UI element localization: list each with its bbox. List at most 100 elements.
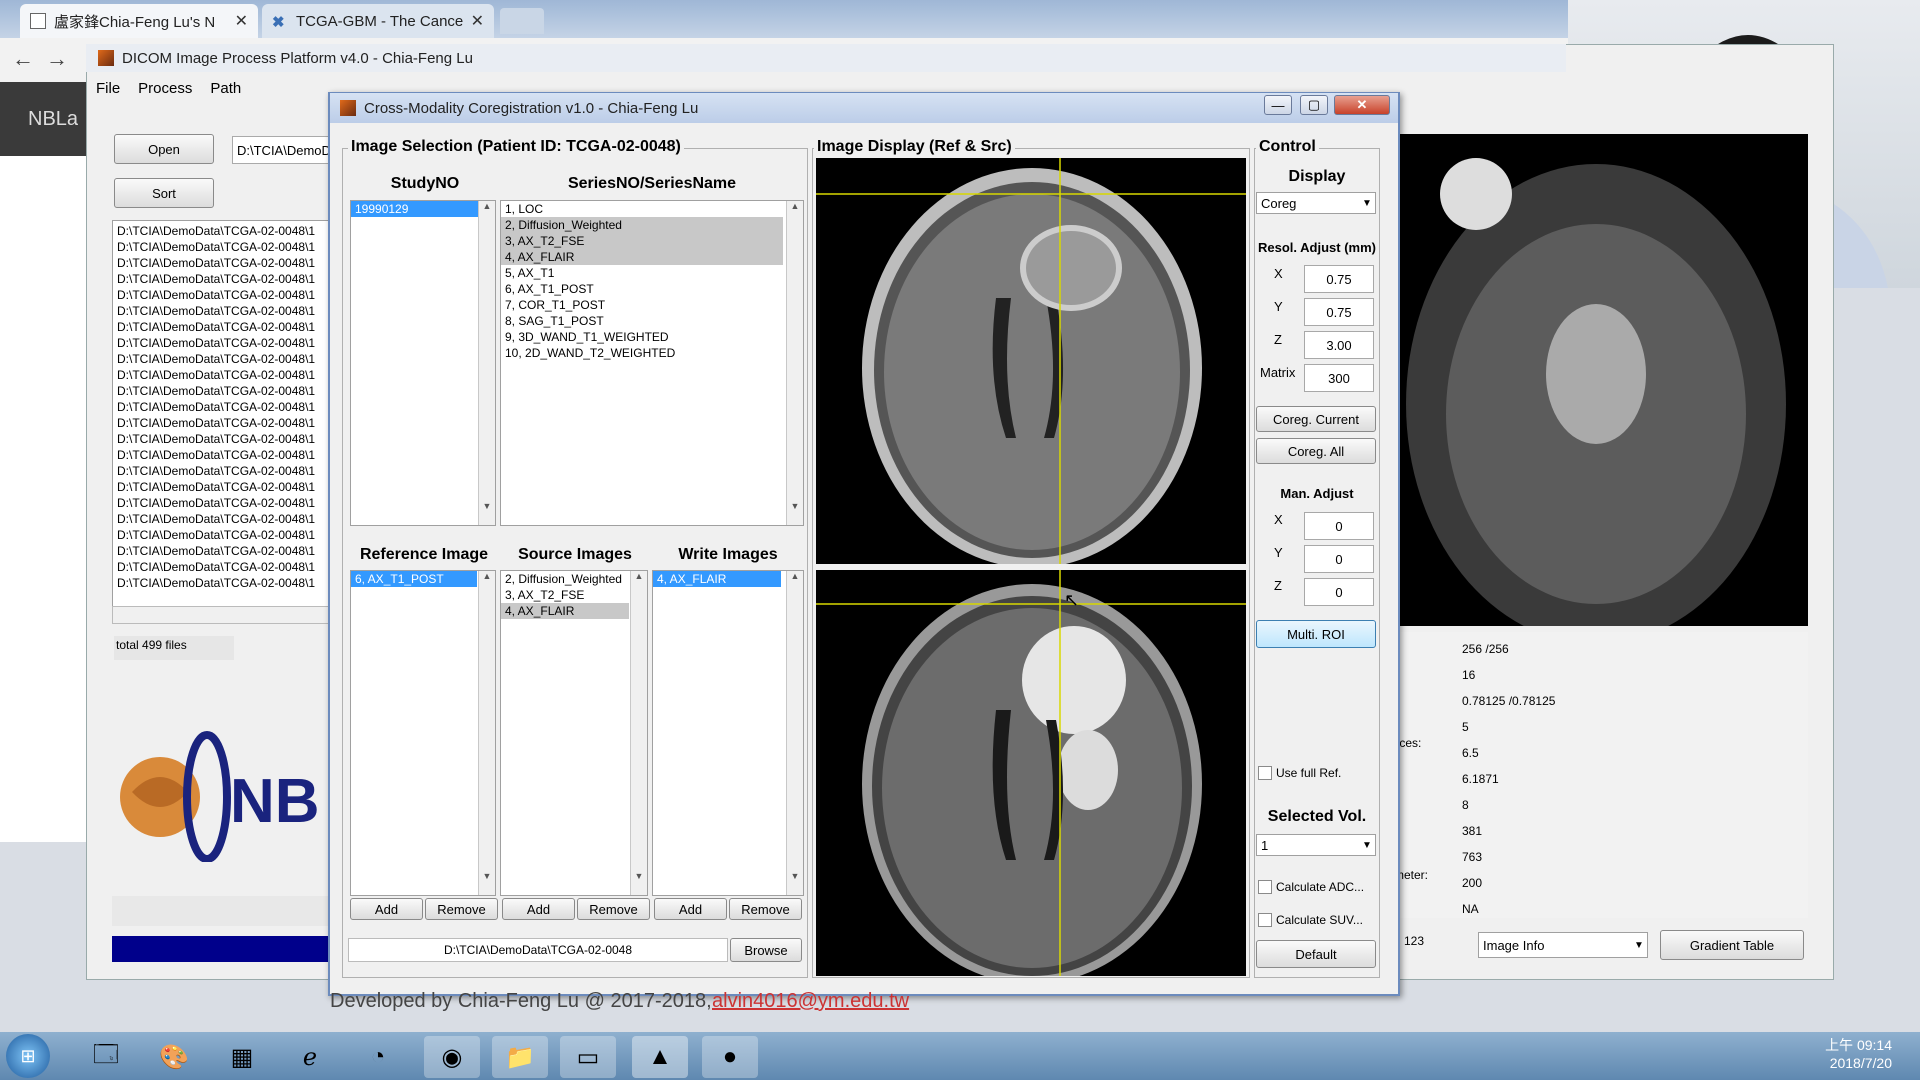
menu-process[interactable]: Process bbox=[138, 80, 192, 97]
series-list-item[interactable]: 4, AX_FLAIR bbox=[501, 249, 783, 265]
close-button[interactable]: ✕ bbox=[1334, 95, 1390, 115]
close-icon[interactable]: ✕ bbox=[471, 11, 484, 31]
browse-button[interactable]: Browse bbox=[730, 938, 802, 962]
write-add-button[interactable]: Add bbox=[654, 898, 727, 920]
source-list-item[interactable]: 3, AX_T2_FSE bbox=[501, 587, 647, 603]
list-item[interactable]: 6, AX_T1_POST bbox=[351, 571, 477, 587]
scrollbar[interactable]: ▲ ▼ bbox=[478, 201, 495, 525]
source-image-list[interactable]: 2, Diffusion_Weighted 3, AX_T2_FSE 4, AX_F… bbox=[500, 570, 648, 896]
file-list-item[interactable]: D:\TCIA\DemoData\TCGA-02-0048\1 bbox=[113, 335, 329, 351]
folder-icon[interactable]: 📁 bbox=[492, 1036, 548, 1078]
matrix-field[interactable]: 300 bbox=[1304, 364, 1374, 392]
start-button[interactable]: ⊞ bbox=[6, 1034, 50, 1078]
resol-z-field[interactable]: 3.00 bbox=[1304, 331, 1374, 359]
selected-vol-select[interactable]: 1 ▼ bbox=[1256, 834, 1376, 856]
maximize-button[interactable]: ▢ bbox=[1300, 95, 1328, 115]
file-list-item[interactable]: D:\TCIA\DemoData\TCGA-02-0048\1 bbox=[113, 383, 329, 399]
checkbox-icon[interactable] bbox=[1258, 766, 1272, 780]
menu-path[interactable]: Path bbox=[210, 80, 241, 97]
path-field[interactable]: D:\TCIA\DemoD bbox=[232, 136, 332, 164]
menu-file[interactable]: File bbox=[96, 80, 120, 97]
new-tab-button[interactable] bbox=[500, 8, 544, 34]
browser-tab-2[interactable]: ✖ TCGA-GBM - The Cance ✕ bbox=[262, 4, 494, 38]
file-list-item[interactable]: D:\TCIA\DemoData\TCGA-02-0048\1 bbox=[113, 431, 329, 447]
file-list-item[interactable]: D:\TCIA\DemoData\TCGA-02-0048\1 bbox=[113, 223, 329, 239]
reference-image-view[interactable] bbox=[816, 158, 1246, 564]
resol-x-field[interactable]: 0.75 bbox=[1304, 265, 1374, 293]
clock[interactable]: 上午 09:14 2018/7/20 bbox=[1825, 1036, 1892, 1072]
series-list[interactable]: 1, LOC 2, Diffusion_Weighted 3, AX_T2_FSE 4… bbox=[500, 200, 804, 526]
ref-add-button[interactable]: Add bbox=[350, 898, 423, 920]
series-list-item[interactable]: 7, COR_T1_POST bbox=[501, 297, 803, 313]
coreg-current-button[interactable]: Coreg. Current bbox=[1256, 406, 1376, 432]
image-info-select[interactable]: Image Info ▼ bbox=[1478, 932, 1648, 958]
window-icon[interactable]: ▭ bbox=[560, 1036, 616, 1078]
source-list-item[interactable]: 4, AX_FLAIR bbox=[501, 603, 629, 619]
chrome-icon[interactable]: ◉ bbox=[424, 1036, 480, 1078]
file-list-item[interactable]: D:\TCIA\DemoData\TCGA-02-0048\1 bbox=[113, 559, 329, 575]
src-add-button[interactable]: Add bbox=[502, 898, 575, 920]
use-full-ref-checkbox[interactable]: Use full Ref. bbox=[1258, 766, 1341, 780]
file-list-item[interactable]: D:\TCIA\DemoData\TCGA-02-0048\1 bbox=[113, 319, 329, 335]
ref-image-list[interactable]: 6, AX_T1_POST bbox=[350, 570, 496, 896]
file-list-item[interactable]: D:\TCIA\DemoData\TCGA-02-0048\1 bbox=[113, 479, 329, 495]
series-list-item[interactable]: 10, 2D_WAND_T2_WEIGHTED bbox=[501, 345, 803, 361]
gradient-table-button[interactable]: Gradient Table bbox=[1660, 930, 1804, 960]
file-list-item[interactable]: D:\TCIA\DemoData\TCGA-02-0048\1 bbox=[113, 463, 329, 479]
scrollbar[interactable]: ▲ ▼ bbox=[786, 201, 803, 525]
calc-suv-checkbox[interactable]: Calculate SUV... bbox=[1258, 913, 1363, 927]
series-list-item[interactable]: 6, AX_T1_POST bbox=[501, 281, 803, 297]
forward-button[interactable]: → bbox=[46, 46, 68, 72]
checkbox-icon[interactable] bbox=[1258, 913, 1272, 927]
series-list-item[interactable]: 1, LOC bbox=[501, 201, 803, 217]
scrollbar[interactable]: ▲ ▼ bbox=[786, 571, 803, 895]
man-z-field[interactable]: 0 bbox=[1304, 578, 1374, 606]
recorder-icon[interactable]: ● bbox=[702, 1036, 758, 1078]
list-item[interactable]: 19990129 bbox=[351, 201, 479, 217]
file-list-item[interactable]: D:\TCIA\DemoData\TCGA-02-0048\1 bbox=[113, 511, 329, 527]
write-image-list[interactable]: 4, AX_FLAIR bbox=[652, 570, 804, 896]
default-button[interactable]: Default bbox=[1256, 940, 1376, 968]
matlab-icon[interactable]: ▲ bbox=[632, 1036, 688, 1078]
horizontal-scrollbar[interactable] bbox=[112, 606, 330, 624]
app-icon[interactable]: ◔ bbox=[350, 1036, 406, 1078]
file-list-item[interactable]: D:\TCIA\DemoData\TCGA-02-0048\1 bbox=[113, 287, 329, 303]
calc-adc-checkbox[interactable]: Calculate ADC... bbox=[1258, 880, 1364, 894]
file-list-item[interactable]: D:\TCIA\DemoData\TCGA-02-0048\1 bbox=[113, 527, 329, 543]
dicom-image-view[interactable] bbox=[1396, 134, 1808, 626]
open-button[interactable]: Open bbox=[114, 134, 214, 164]
file-list-item[interactable]: D:\TCIA\DemoData\TCGA-02-0048\1 bbox=[113, 543, 329, 559]
file-list-item[interactable]: D:\TCIA\DemoData\TCGA-02-0048\1 bbox=[113, 271, 329, 287]
browser-tab-1[interactable]: 盧家鋒Chia-Feng Lu's N ✕ bbox=[20, 4, 258, 38]
file-list-item[interactable]: D:\TCIA\DemoData\TCGA-02-0048\1 bbox=[113, 255, 329, 271]
file-list-item[interactable]: D:\TCIA\DemoData\TCGA-02-0048\1 bbox=[113, 447, 329, 463]
scrollbar[interactable]: ▲ ▼ bbox=[478, 571, 495, 895]
sort-button[interactable]: Sort bbox=[114, 178, 214, 208]
display-select[interactable]: Coreg ▼ bbox=[1256, 192, 1376, 214]
series-list-item[interactable]: 2, Diffusion_Weighted bbox=[501, 217, 783, 233]
coreg-all-button[interactable]: Coreg. All bbox=[1256, 438, 1376, 464]
footer-email-link[interactable]: alvin4016@ym.edu.tw bbox=[712, 990, 909, 1013]
checkbox-icon[interactable] bbox=[1258, 880, 1272, 894]
file-list-item[interactable]: D:\TCIA\DemoData\TCGA-02-0048\1 bbox=[113, 399, 329, 415]
file-list-item[interactable]: D:\TCIA\DemoData\TCGA-02-0048\1 bbox=[113, 367, 329, 383]
source-image-view[interactable] bbox=[816, 570, 1246, 976]
close-icon[interactable]: ✕ bbox=[235, 11, 248, 31]
file-list-item[interactable]: D:\TCIA\DemoData\TCGA-02-0048\1 bbox=[113, 575, 329, 591]
paint-icon[interactable]: 🎨 bbox=[146, 1036, 202, 1078]
file-list-item[interactable]: D:\TCIA\DemoData\TCGA-02-0048\1 bbox=[113, 351, 329, 367]
multi-roi-button[interactable]: Multi. ROI bbox=[1256, 620, 1376, 648]
write-remove-button[interactable]: Remove bbox=[729, 898, 802, 920]
file-list[interactable]: D:\TCIA\DemoData\TCGA-02-0048\1 D:\TCIA\D… bbox=[112, 220, 330, 624]
file-list-item[interactable]: D:\TCIA\DemoData\TCGA-02-0048\1 bbox=[113, 495, 329, 511]
source-list-item[interactable]: 2, Diffusion_Weighted bbox=[501, 571, 647, 587]
man-y-field[interactable]: 0 bbox=[1304, 545, 1374, 573]
ref-remove-button[interactable]: Remove bbox=[425, 898, 498, 920]
series-list-item[interactable]: 8, SAG_T1_POST bbox=[501, 313, 803, 329]
minimize-button[interactable]: — bbox=[1264, 95, 1292, 115]
series-list-item[interactable]: 9, 3D_WAND_T1_WEIGHTED bbox=[501, 329, 803, 345]
man-x-field[interactable]: 0 bbox=[1304, 512, 1374, 540]
file-list-item[interactable]: D:\TCIA\DemoData\TCGA-02-0048\1 bbox=[113, 239, 329, 255]
file-list-item[interactable]: D:\TCIA\DemoData\TCGA-02-0048\1 bbox=[113, 415, 329, 431]
studyno-list[interactable]: 19990129 bbox=[350, 200, 496, 526]
